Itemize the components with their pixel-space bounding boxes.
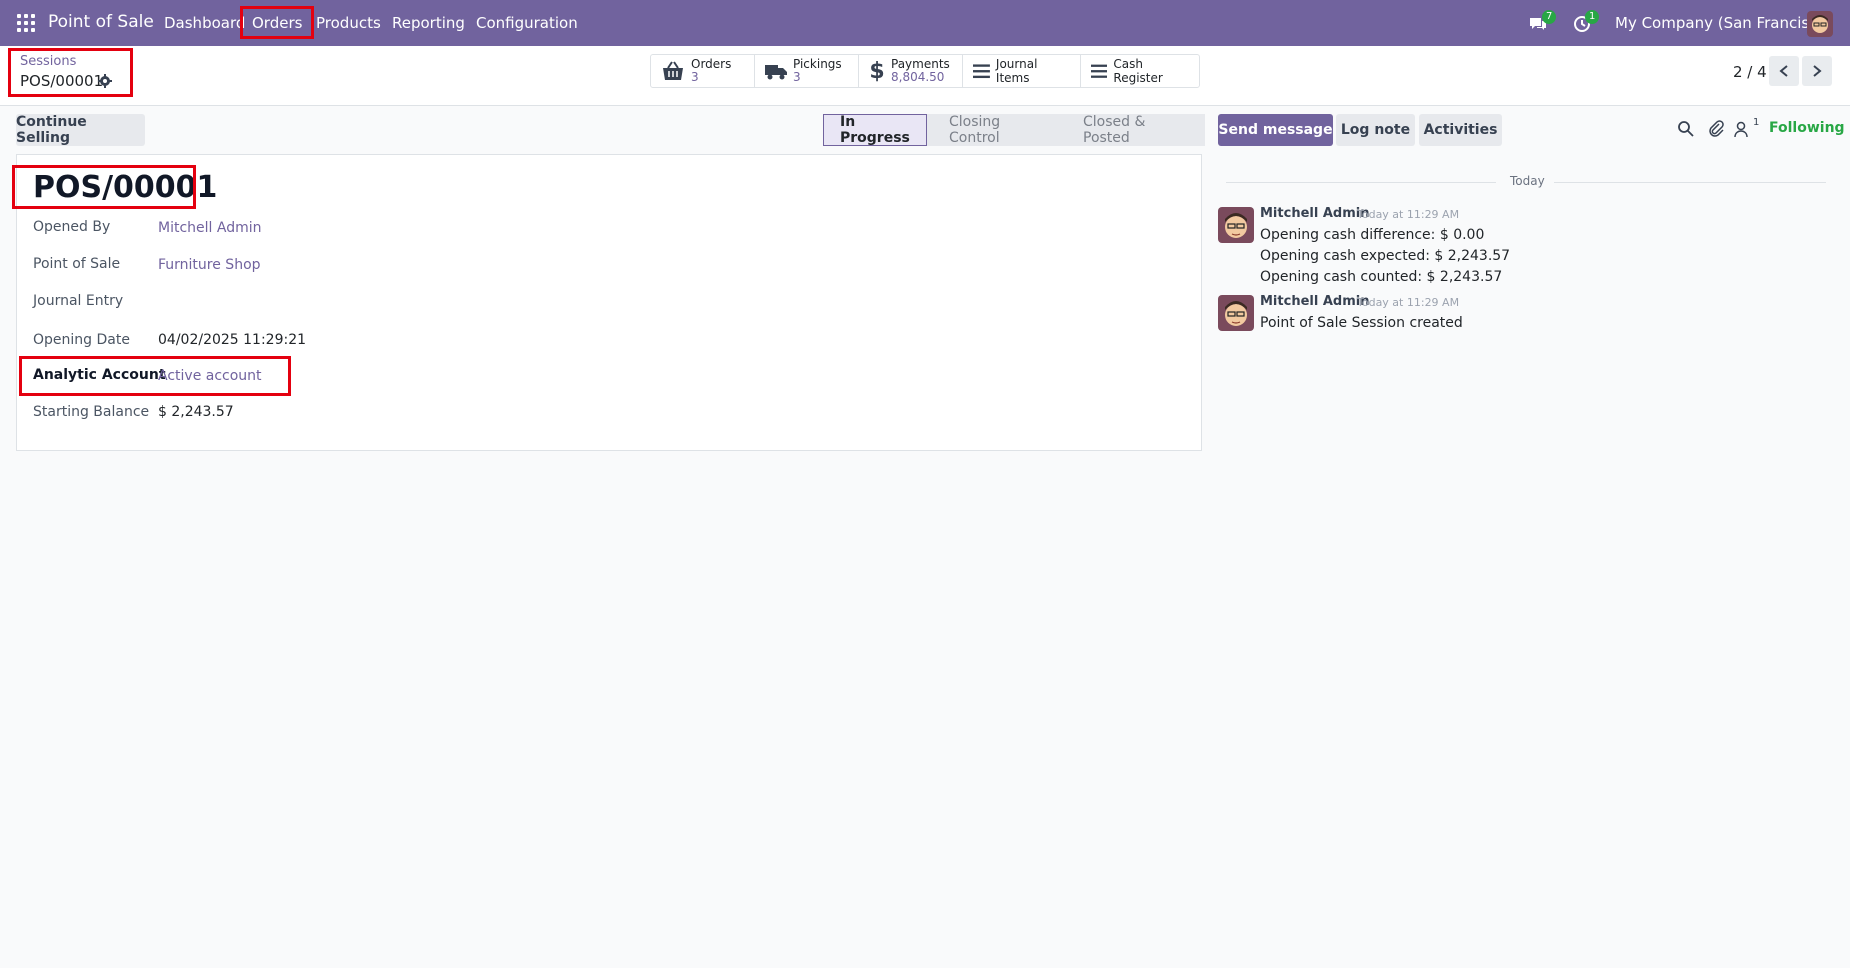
pager-previous-button[interactable] xyxy=(1769,56,1799,86)
breadcrumb-highlight xyxy=(8,48,133,97)
messages-badge: 7 xyxy=(1542,10,1557,24)
user-avatar[interactable] xyxy=(1807,11,1833,37)
following-button[interactable]: Following xyxy=(1769,120,1845,136)
cash-register-smart-button[interactable]: Cash Register xyxy=(1081,55,1199,87)
opened-by-value[interactable]: Mitchell Admin xyxy=(158,220,262,236)
message-body-line: Opening cash difference: $ 0.00 xyxy=(1260,227,1485,243)
status-in-progress[interactable]: In Progress xyxy=(823,114,927,146)
smart-buttons: Orders 3 Pickings 3 $ Payments 8,804.50 xyxy=(650,54,1200,88)
journal-items-smart-button[interactable]: Journal Items xyxy=(963,55,1081,87)
starting-balance-label: Starting Balance xyxy=(33,404,150,420)
point-of-sale-label: Point of Sale xyxy=(33,256,121,272)
message-time: Today at 11:29 AM xyxy=(1357,208,1460,221)
activities-button[interactable]: Activities xyxy=(1419,114,1502,146)
analytic-account-highlight xyxy=(19,356,291,396)
opening-date-value: 04/02/2025 11:29:21 xyxy=(158,332,307,348)
apps-menu-icon[interactable] xyxy=(17,14,35,32)
message-author[interactable]: Mitchell Admin xyxy=(1260,206,1369,221)
message-author-avatar[interactable] xyxy=(1218,207,1254,243)
pager-next-button[interactable] xyxy=(1802,56,1832,86)
orders-stat-value: 3 xyxy=(691,70,699,84)
message-time: Today at 11:29 AM xyxy=(1357,296,1460,309)
menu-dashboard[interactable]: Dashboard xyxy=(164,14,245,32)
date-separator: Today xyxy=(1510,174,1545,188)
message-body-line: Opening cash counted: $ 2,243.57 xyxy=(1260,269,1503,285)
list-icon xyxy=(1091,64,1108,78)
status-closing-control-label: Closing Control xyxy=(949,114,1001,146)
status-bar: In Progress Closing Control Closed & Pos… xyxy=(823,114,1205,146)
message-body-line: Opening cash expected: $ 2,243.57 xyxy=(1260,248,1511,264)
payments-smart-button[interactable]: $ Payments 8,804.50 xyxy=(859,55,963,87)
control-panel: Sessions POS/00001 Orders 3 Pickings 3 $… xyxy=(0,46,1850,106)
orders-menu-highlight xyxy=(240,6,314,39)
cash-register-label: Cash Register xyxy=(1113,57,1163,85)
status-closed-posted-label: Closed & Posted xyxy=(1083,114,1146,146)
company-switcher[interactable]: My Company (San Francisco) xyxy=(1615,14,1832,32)
message-author-avatar[interactable] xyxy=(1218,295,1254,331)
chevron-left-icon xyxy=(1779,65,1788,77)
basket-icon xyxy=(663,61,683,80)
app-title[interactable]: Point of Sale xyxy=(48,12,154,32)
pickings-stat-value: 3 xyxy=(793,70,801,84)
starting-balance-value: $ 2,243.57 xyxy=(158,404,234,420)
message-author[interactable]: Mitchell Admin xyxy=(1260,294,1369,309)
title-highlight xyxy=(12,165,196,209)
message-body-line: Point of Sale Session created xyxy=(1260,315,1463,331)
menu-reporting[interactable]: Reporting xyxy=(392,14,465,32)
date-separator-line-right xyxy=(1554,182,1826,183)
payments-stat-value: 8,804.50 xyxy=(891,70,945,84)
journal-items-label: Journal Items xyxy=(995,57,1038,85)
journal-entry-label: Journal Entry xyxy=(33,293,124,309)
dollar-icon: $ xyxy=(869,58,885,84)
continue-selling-button[interactable]: Continue Selling xyxy=(16,114,145,146)
menu-configuration[interactable]: Configuration xyxy=(476,14,578,32)
status-closed-posted[interactable]: Closed & Posted xyxy=(1061,114,1205,146)
paperclip-icon[interactable] xyxy=(1707,120,1725,138)
menu-products[interactable]: Products xyxy=(316,14,381,32)
status-closing-control[interactable]: Closing Control xyxy=(927,114,1061,146)
truck-icon xyxy=(765,65,787,80)
opening-date-label: Opening Date xyxy=(33,332,130,348)
orders-smart-button[interactable]: Orders 3 xyxy=(651,55,755,87)
chevron-right-icon xyxy=(1813,65,1822,77)
search-icon[interactable] xyxy=(1677,120,1695,138)
followers-count: 1 xyxy=(1753,117,1760,128)
date-separator-line-left xyxy=(1226,182,1496,183)
log-note-button[interactable]: Log note xyxy=(1336,114,1415,146)
pickings-smart-button[interactable]: Pickings 3 xyxy=(755,55,859,87)
activities-badge: 1 xyxy=(1585,10,1600,24)
list-icon xyxy=(973,64,990,79)
send-message-button[interactable]: Send message xyxy=(1218,114,1333,146)
point-of-sale-value[interactable]: Furniture Shop xyxy=(158,257,261,273)
followers-icon[interactable] xyxy=(1733,120,1751,138)
pager-value[interactable]: 2 / 4 xyxy=(1733,63,1767,81)
opened-by-label: Opened By xyxy=(33,219,111,235)
